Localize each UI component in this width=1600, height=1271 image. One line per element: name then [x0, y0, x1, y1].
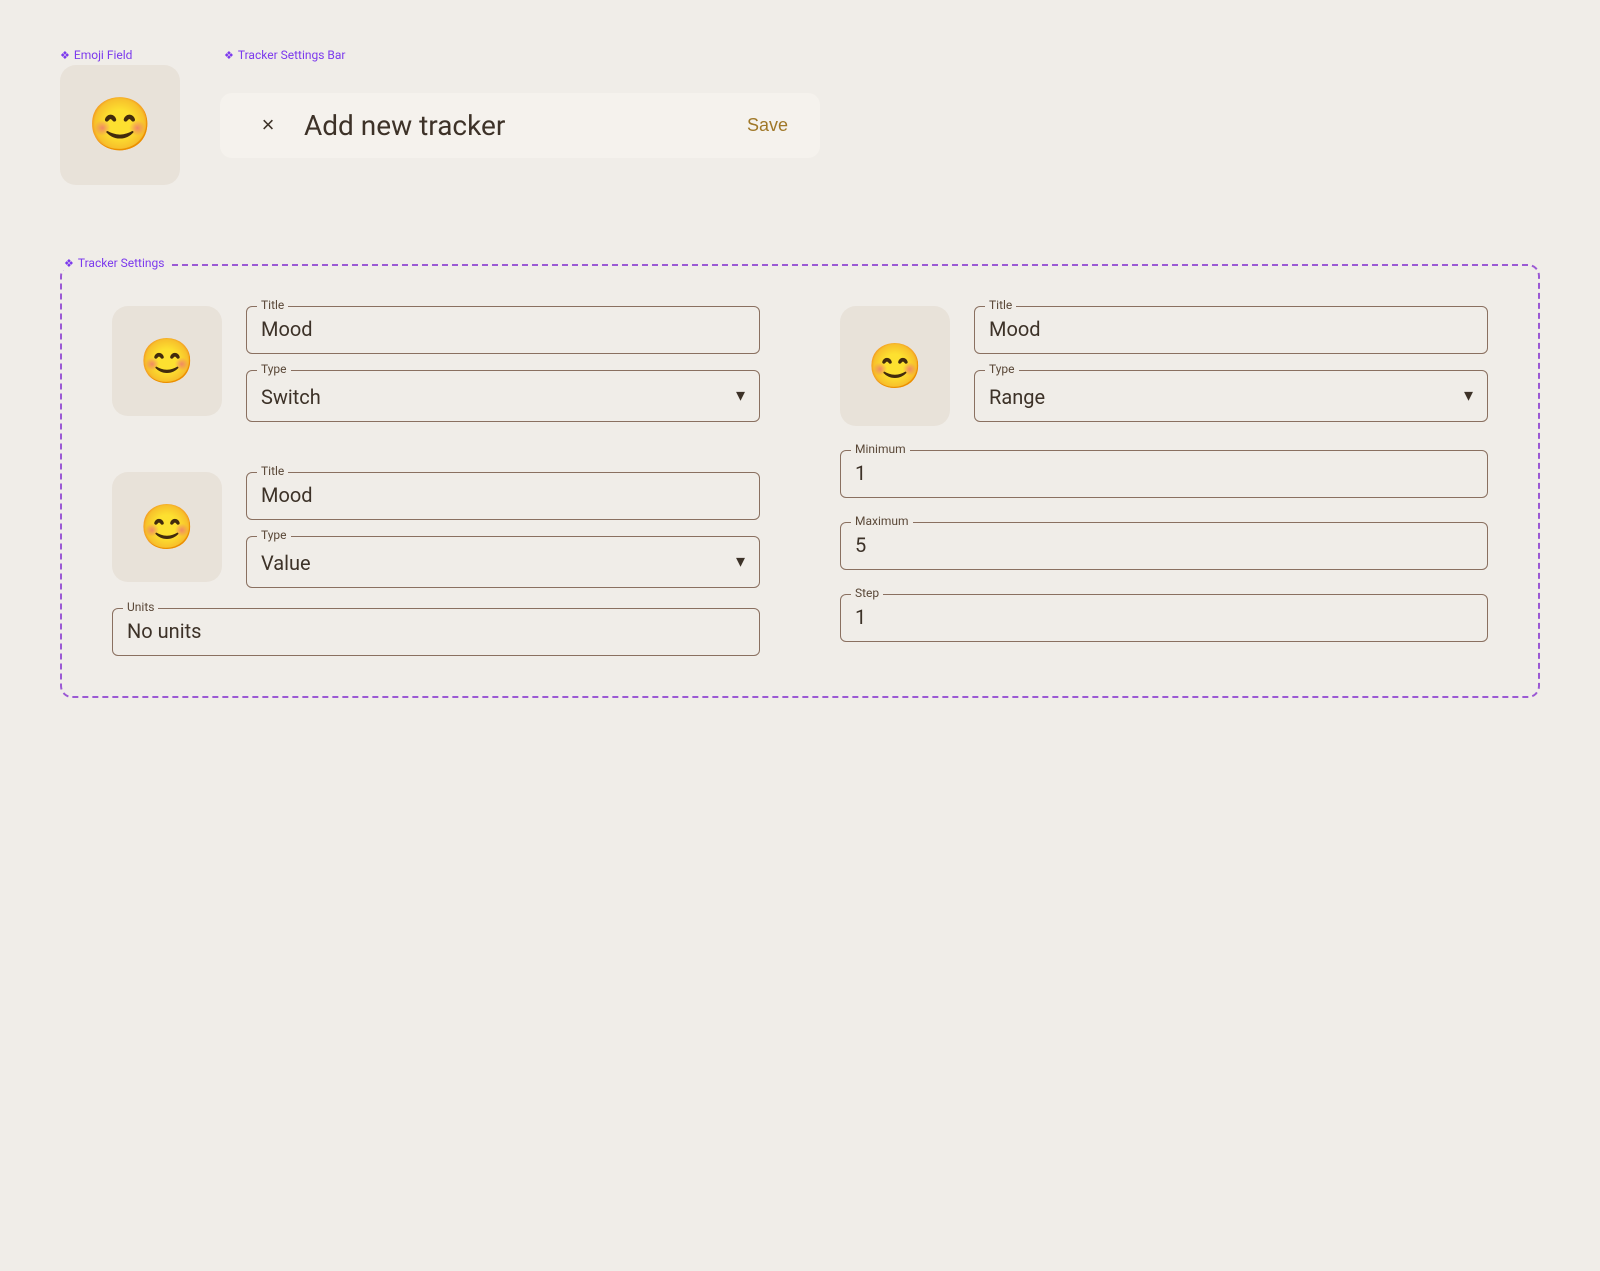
tracker-item-range: 😊 Title Mood Type Range ▾: [840, 306, 1488, 426]
item1-fields: Title Mood Type Switch ▾: [246, 306, 760, 422]
item1-title-label: Title: [257, 298, 288, 312]
item2-type-field[interactable]: Type Value ▾: [246, 536, 760, 588]
item3-title-label: Title: [985, 298, 1016, 312]
item2-units-field[interactable]: Units No units: [112, 608, 760, 656]
item3-type-label: Type: [985, 362, 1019, 376]
tracker-settings-container: 😊 Title Mood Type Switch ▾: [60, 264, 1540, 698]
item1-type-label: Type: [257, 362, 291, 376]
item2-title-value: Mood: [261, 479, 313, 507]
left-column: 😊 Title Mood Type Switch ▾: [112, 306, 760, 656]
item1-title-value: Mood: [261, 313, 313, 341]
item2-dropdown-arrow[interactable]: ▾: [736, 551, 745, 572]
item3-type-field[interactable]: Type Range ▾: [974, 370, 1488, 422]
tracker-settings-bar: × Add new tracker Save: [220, 93, 820, 158]
item2-fields: Title Mood Type Value ▾: [246, 472, 760, 588]
item1-title-field[interactable]: Title Mood: [246, 306, 760, 354]
tracker-item-value-wrapper: 😊 Title Mood Type Value ▾: [112, 472, 760, 656]
item3-minimum-field[interactable]: Minimum 1: [840, 450, 1488, 498]
item1-emoji-box[interactable]: 😊: [112, 306, 222, 416]
item3-fields: Title Mood Type Range ▾: [974, 306, 1488, 422]
item2-type-select-wrapper: Value ▾: [261, 547, 745, 575]
item1-type-field[interactable]: Type Switch ▾: [246, 370, 760, 422]
item2-type-value: Value: [261, 547, 311, 575]
item3-emoji: 😊: [868, 344, 923, 388]
item3-dropdown-arrow[interactable]: ▾: [1464, 385, 1473, 406]
item2-title-field[interactable]: Title Mood: [246, 472, 760, 520]
item2-units-value: No units: [127, 615, 201, 643]
item3-step-field[interactable]: Step 1: [840, 594, 1488, 642]
item3-type-select-wrapper: Range ▾: [989, 381, 1473, 409]
right-column: 😊 Title Mood Type Range ▾: [840, 306, 1488, 656]
item2-emoji-box[interactable]: 😊: [112, 472, 222, 582]
save-button[interactable]: Save: [747, 115, 788, 136]
item2-units-label: Units: [123, 600, 158, 614]
annotation-tracker-settings-bar: Tracker Settings Bar: [224, 48, 345, 62]
item3-minimum-value: 1: [855, 457, 866, 485]
top-section: 😊 × Add new tracker Save: [60, 65, 820, 185]
item3-minimum-label: Minimum: [851, 442, 910, 456]
item1-type-value: Switch: [261, 381, 321, 409]
tracker-item-value: 😊 Title Mood Type Value ▾: [112, 472, 760, 588]
item2-emoji: 😊: [140, 505, 195, 549]
item2-title-label: Title: [257, 464, 288, 478]
annotation-emoji-field: Emoji Field: [60, 48, 132, 62]
annotation-tracker-settings: Tracker Settings: [60, 256, 168, 270]
item3-step-label: Step: [851, 586, 883, 600]
emoji-field-box[interactable]: 😊: [60, 65, 180, 185]
item3-type-value: Range: [989, 381, 1045, 409]
item3-title-field[interactable]: Title Mood: [974, 306, 1488, 354]
item2-type-label: Type: [257, 528, 291, 542]
item3-step-value: 1: [855, 601, 866, 629]
item1-dropdown-arrow[interactable]: ▾: [736, 385, 745, 406]
item3-title-value: Mood: [989, 313, 1041, 341]
item3-maximum-label: Maximum: [851, 514, 913, 528]
item3-maximum-value: 5: [855, 529, 866, 557]
tracker-bar-title: Add new tracker: [304, 109, 727, 142]
close-button[interactable]: ×: [252, 109, 284, 141]
item1-emoji: 😊: [140, 339, 195, 383]
tracker-item-switch: 😊 Title Mood Type Switch ▾: [112, 306, 760, 422]
item3-maximum-field[interactable]: Maximum 5: [840, 522, 1488, 570]
item3-emoji-box[interactable]: 😊: [840, 306, 950, 426]
emoji-display-top: 😊: [88, 99, 153, 151]
item1-type-select-wrapper: Switch ▾: [261, 381, 745, 409]
